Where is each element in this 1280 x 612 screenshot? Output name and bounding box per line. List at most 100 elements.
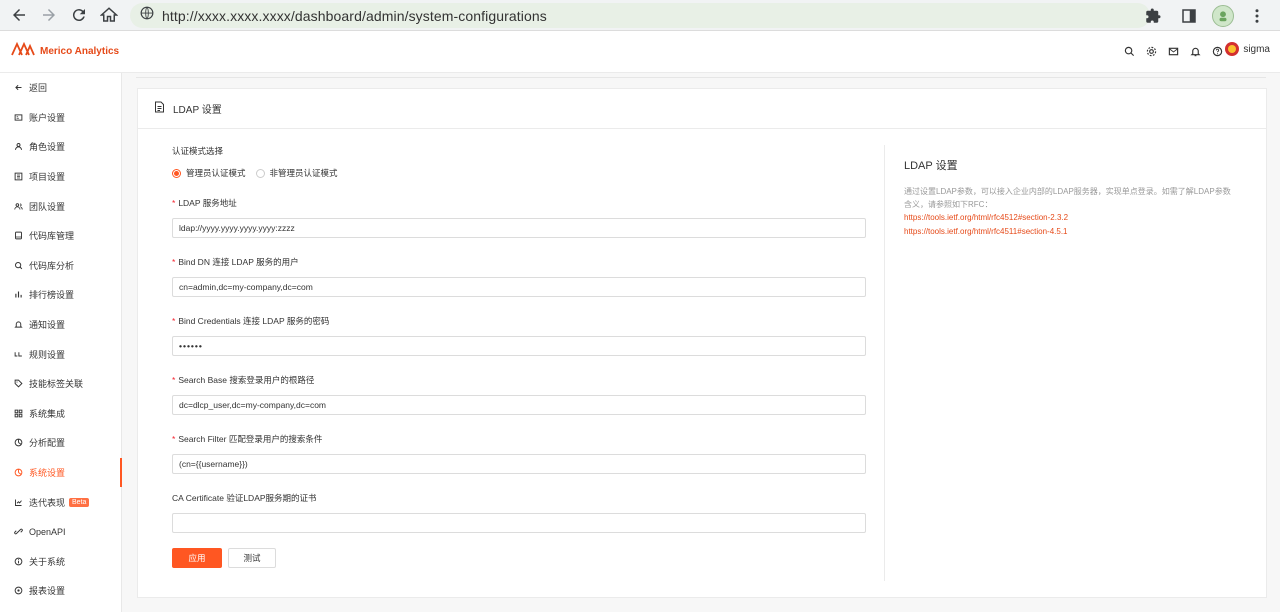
settings-icon[interactable] — [1144, 44, 1158, 58]
sidebar-item-report[interactable]: 报表设置 — [0, 576, 121, 606]
sidebar-item-skill-tags[interactable]: 技能标签关联 — [0, 369, 121, 399]
brand[interactable]: Merico Analytics — [11, 41, 120, 61]
ca-certificate-input[interactable] — [172, 513, 866, 533]
url-text: http://xxxx.xxxx.xxxx/dashboard/admin/sy… — [162, 7, 547, 24]
field-label: LDAP 服务地址 — [178, 198, 237, 208]
form-actions: 应用 测试 — [172, 548, 866, 568]
field-label: Bind Credentials 连接 LDAP 服务的密码 — [178, 316, 330, 326]
rfc4512-link[interactable]: https://tools.ietf.org/html/rfc4512#sect… — [904, 211, 1234, 225]
sidebar-item-account[interactable]: 账户设置 — [0, 103, 121, 133]
rfc4511-link[interactable]: https://tools.ietf.org/html/rfc4511#sect… — [904, 225, 1234, 239]
test-button[interactable]: 测试 — [228, 548, 276, 568]
sidebar-item-integration[interactable]: 系统集成 — [0, 399, 121, 429]
bind-credentials-input[interactable]: •••••• — [172, 336, 866, 356]
radio-admin-mode[interactable]: 管理员认证模式 — [172, 167, 246, 179]
home-icon[interactable] — [94, 0, 124, 30]
config-icon — [13, 438, 23, 448]
sidebar-item-label: 代码库分析 — [29, 260, 75, 271]
field-label: Search Filter 匹配登录用户的搜索条件 — [178, 434, 323, 444]
beta-badge: Beta — [69, 497, 90, 507]
search-filter-input[interactable]: (cn={{username}}) — [172, 454, 866, 474]
site-info-icon[interactable] — [140, 6, 154, 25]
sidebar-item-label: 关于系统 — [29, 556, 66, 567]
sidebar-item-ranking[interactable]: 排行榜设置 — [0, 280, 121, 310]
sidebar-item-rules[interactable]: 规则设置 — [0, 339, 121, 369]
sidebar-item-label: 系统集成 — [29, 408, 66, 419]
required-mark: * — [172, 316, 176, 326]
user-menu[interactable]: sigma — [1225, 42, 1270, 56]
field-ldap-url: * LDAP 服务地址 ldap://yyyy.yyyy.yyyy.yyyy:zz… — [172, 197, 866, 238]
radio-circle — [255, 168, 265, 178]
search-base-input[interactable]: dc=dlcp_user,dc=my-company,dc=com — [172, 395, 866, 415]
brand-name: Merico Analytics — [40, 46, 120, 57]
sidebar-item-back[interactable]: 返回 — [0, 73, 121, 103]
system-icon — [13, 468, 23, 478]
address-bar[interactable]: http://xxxx.xxxx.xxxx/dashboard/admin/sy… — [130, 3, 1150, 28]
bell-icon[interactable] — [1188, 44, 1202, 58]
radio-label: 非管理员认证模式 — [269, 168, 338, 178]
account-icon — [13, 112, 23, 122]
sidebar-item-repo-analysis[interactable]: 代码库分析 — [0, 251, 121, 281]
sidebar-item-system-settings[interactable]: 系统设置 — [0, 457, 122, 488]
browser-menu-icon[interactable] — [1244, 3, 1270, 29]
sidebar-item-label: 团队设置 — [29, 201, 66, 212]
vertical-divider — [884, 145, 885, 581]
required-mark: * — [172, 198, 176, 208]
reload-icon[interactable] — [64, 0, 94, 30]
field-bind-credentials: * Bind Credentials 连接 LDAP 服务的密码 •••••• — [172, 315, 866, 356]
sidebar-item-label: 排行榜设置 — [29, 290, 75, 301]
field-ca-certificate: CA Certificate 验证LDAP服务期的证书 — [172, 492, 866, 533]
api-icon — [13, 527, 23, 537]
search-icon[interactable] — [1122, 44, 1136, 58]
analysis-icon — [13, 260, 23, 270]
sidebar-item-project[interactable]: 项目设置 — [0, 162, 121, 192]
sidebar-item-label: 迭代表现 — [29, 497, 66, 508]
bell-icon — [13, 320, 23, 330]
back-icon[interactable] — [4, 0, 34, 30]
forward-icon[interactable] — [34, 0, 64, 30]
sidebar-item-label: 账户设置 — [29, 112, 66, 123]
sidebar-item-label: 通知设置 — [29, 320, 66, 331]
sidebar-item-analysis-config[interactable]: 分析配置 — [0, 428, 121, 458]
field-label: Bind DN 连接 LDAP 服务的用户 — [178, 257, 299, 267]
sidebar: 返回 账户设置 角色设置 项目设置 团队设置 代码库管理 代码库分析 排行榜设置… — [0, 73, 122, 612]
arrow-left-icon — [13, 83, 23, 93]
ldap-form: 认证模式选择 管理员认证模式 非管理员认证模式 * LDAP 服务地址 ldap:… — [172, 145, 866, 568]
ldap-settings-card: LDAP 设置 认证模式选择 管理员认证模式 非管理员认证模式 * LDAP 服务… — [137, 88, 1267, 598]
sidebar-item-label: 项目设置 — [29, 172, 66, 183]
profile-avatar-icon[interactable] — [1212, 5, 1234, 27]
ranking-icon — [13, 290, 23, 300]
help-icon[interactable] — [1210, 44, 1224, 58]
side-panel-icon[interactable] — [1176, 3, 1202, 29]
auth-mode-radio-group: 管理员认证模式 非管理员认证模式 — [172, 167, 866, 179]
radio-non-admin-mode[interactable]: 非管理员认证模式 — [255, 167, 338, 179]
user-name: sigma — [1243, 43, 1270, 55]
field-label: Search Base 搜索登录用户的根路径 — [178, 375, 315, 385]
sidebar-item-openapi[interactable]: OpenAPI — [0, 517, 121, 547]
sidebar-item-label: OpenAPI — [29, 526, 66, 537]
extensions-icon[interactable] — [1140, 3, 1166, 29]
avatar — [1225, 42, 1240, 56]
radio-circle-checked — [172, 168, 181, 178]
project-icon — [13, 172, 23, 182]
repo-icon — [13, 231, 23, 241]
help-text: 通过设置LDAP参数，可以接入企业内部的LDAP服务器，实现单点登录。如需了解L… — [904, 187, 1231, 209]
sidebar-item-iteration[interactable]: 迭代表现 Beta — [0, 487, 121, 517]
apply-button[interactable]: 应用 — [172, 548, 222, 568]
sidebar-item-repo-management[interactable]: 代码库管理 — [0, 221, 121, 251]
sidebar-item-team[interactable]: 团队设置 — [0, 191, 121, 221]
info-icon — [13, 556, 23, 566]
ldap-url-input[interactable]: ldap://yyyy.yyyy.yyyy.yyyy:zzzz — [172, 218, 866, 238]
sidebar-item-role[interactable]: 角色设置 — [0, 132, 121, 162]
sidebar-item-label: 返回 — [29, 83, 48, 94]
required-mark: * — [172, 375, 176, 385]
sidebar-item-notification[interactable]: 通知设置 — [0, 310, 121, 340]
card-header: LDAP 设置 — [138, 89, 1266, 129]
mail-icon[interactable] — [1166, 44, 1180, 58]
sidebar-item-about[interactable]: 关于系统 — [0, 547, 121, 577]
rules-icon — [13, 349, 23, 359]
bind-dn-input[interactable]: cn=admin,dc=my-company,dc=com — [172, 277, 866, 297]
team-icon — [13, 201, 23, 211]
report-icon — [13, 586, 23, 596]
card-title: LDAP 设置 — [173, 105, 222, 116]
